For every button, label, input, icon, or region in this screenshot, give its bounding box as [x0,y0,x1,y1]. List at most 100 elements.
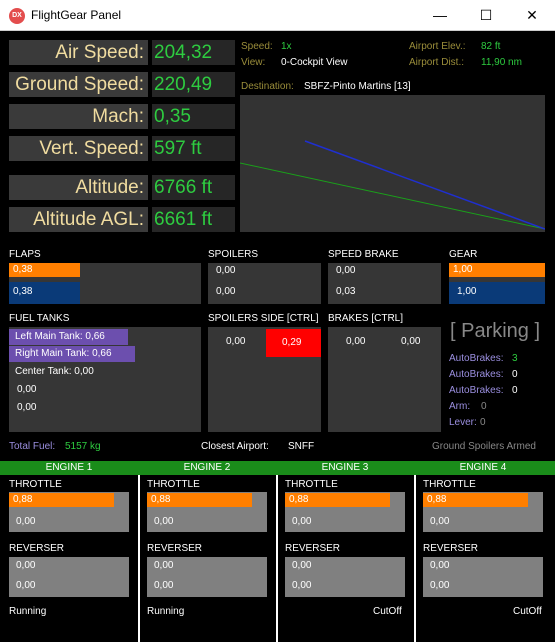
altitude-agl-value: 6661 ft [152,207,235,232]
speed-brake-label: SPEED BRAKE [328,249,399,260]
altitude-value: 6766 ft [152,175,235,200]
gear-bottom: 1,00 [449,282,545,304]
engine-3-reverser-box: 0,00 0,00 [285,557,405,597]
brakes-left: 0,00 [346,336,366,347]
air-speed-value: 204,32 [152,40,235,65]
engine-1-throttle-label: THROTTLE [9,479,62,490]
total-fuel-value: 5157 kg [65,441,101,452]
engine-4-panel: THROTTLE 0,88 0,00 REVERSER 0,00 0,00 Cu… [414,475,555,642]
spoilers-side-panel: 0,00 0,29 [208,327,321,432]
autobrakes-label-1: AutoBrakes: [449,353,504,364]
engine-2-rev-bottom: 0,00 [154,580,174,591]
engine-2-panel: THROTTLE 0,88 0,00 REVERSER 0,00 0,00 Ru… [138,475,276,642]
engine-2-throttle-box: 0,88 0,00 [147,492,267,532]
engine-3-rev-bottom: 0,00 [292,580,312,591]
engine-4-reverser-box: 0,00 0,00 [423,557,543,597]
engine-1-throttle-box: 0,88 0,00 [9,492,129,532]
left-main-tank: Left Main Tank: 0,66 [9,329,128,345]
right-main-tank: Right Main Tank: 0,66 [9,346,135,362]
lever-value: 0 [480,417,486,428]
gear-label: GEAR [449,249,478,260]
close-button[interactable]: ✕ [509,0,555,31]
engine-2-throttle-fill: 0,88 [147,493,252,507]
engine-3-state: CutOff [373,606,402,617]
spoilers-side-right: 0,29 [282,337,302,348]
altitude-agl-label: Altitude AGL: [9,207,148,232]
minimize-button[interactable]: — [417,0,463,31]
brakes-panel: 0,00 0,00 [328,327,441,432]
autobrakes-label-2: AutoBrakes: [449,369,504,380]
closest-airport-value: SNFF [288,441,315,452]
view-info-label: View: [241,57,266,68]
airport-dist-label: Airport Dist.: [409,57,465,68]
window-title: FlightGear Panel [31,8,122,22]
gear-fill: 1,00 [449,263,545,277]
ground-speed-label: Ground Speed: [9,72,148,97]
engine-2-title: ENGINE 2 [183,462,231,473]
lever-label: Lever: [449,417,477,428]
app-icon: DX [9,8,25,24]
engine-2-reverser-label: REVERSER [147,543,203,554]
vert-speed-value: 597 ft [152,136,235,161]
engine-2-rev-top: 0,00 [154,560,174,571]
autobrakes-value-1: 3 [512,353,518,364]
engine-2-reverser-box: 0,00 0,00 [147,557,267,597]
autobrakes-value-2: 0 [512,369,518,380]
speed-brake-top: 0,00 [336,265,356,276]
flaps-fill: 0,38 [9,263,80,277]
spoilers-side-left: 0,00 [226,336,246,347]
engine-4-state: CutOff [513,606,542,617]
arm-label: Arm: [449,401,471,412]
engine-3-throttle-label: THROTTLE [285,479,338,490]
vert-speed-label: Vert. Speed: [9,136,148,161]
engine-2-state: Running [147,606,185,617]
brakes-right: 0,00 [401,336,421,347]
flaps-bottom: 0,38 [9,282,80,304]
engine-1-rev-bottom: 0,00 [16,580,36,591]
engine-4-throttle-bottom: 0,00 [430,516,450,527]
engine-1-rev-top: 0,00 [16,560,36,571]
engine-2-throttle-label: THROTTLE [147,479,200,490]
ground-speed-value: 220,49 [152,72,235,97]
air-speed-label: Air Speed: [9,40,148,65]
engine-4-throttle-fill: 0,88 [423,493,528,507]
flight-profile-graph [239,140,546,230]
total-fuel-label: Total Fuel: [9,441,56,452]
fuel-tanks-panel: Left Main Tank: 0,66 Right Main Tank: 0,… [9,327,201,432]
engine-1-panel: THROTTLE 0,88 0,00 REVERSER 0,00 0,00 Ru… [0,475,138,642]
engine-3-title: ENGINE 3 [321,462,369,473]
altitude-label: Altitude: [9,175,148,200]
arm-value: 0 [481,401,487,412]
engine-1-state: Running [9,606,47,617]
flaps-label: FLAPS [9,249,41,260]
maximize-button[interactable]: ☐ [463,0,509,31]
spoilers-armed-status: Ground Spoilers Armed [432,441,536,452]
airport-elev-label: Airport Elev.: [409,41,466,52]
spoilers-top: 0,00 [216,265,236,276]
engine-4-rev-top: 0,00 [430,560,450,571]
engine-2-throttle-bottom: 0,00 [154,516,174,527]
engine-1-title: ENGINE 1 [45,462,93,473]
tank-5: 0,00 [17,402,37,413]
speed-brake-panel: 0,00 0,03 [328,263,441,304]
speed-brake-bottom: 0,03 [336,286,356,297]
center-tank: Center Tank: 0,00 [15,366,94,377]
engine-4-title: ENGINE 4 [459,462,507,473]
airport-elev-value: 82 ft [481,41,501,52]
engine-3-reverser-label: REVERSER [285,543,341,554]
closest-airport-label: Closest Airport: [201,441,269,452]
gear-panel: 1,00 1,00 [449,263,545,304]
engine-1-throttle-bottom: 0,00 [16,516,36,527]
autobrakes-value-3: 0 [512,385,518,396]
tank-4: 0,00 [17,384,37,395]
mach-value: 0,35 [152,104,235,129]
brakes-label: BRAKES [CTRL] [328,313,404,324]
mach-label: Mach: [9,104,148,129]
engine-3-throttle-box: 0,88 0,00 [285,492,405,532]
engine-3-panel: THROTTLE 0,88 0,00 REVERSER 0,00 0,00 Cu… [276,475,414,642]
destination-label: Destination: [241,81,294,92]
view-info-value: 0-Cockpit View [281,57,348,68]
engine-4-throttle-label: THROTTLE [423,479,476,490]
engine-4-throttle-box: 0,88 0,00 [423,492,543,532]
autobrakes-label-3: AutoBrakes: [449,385,504,396]
